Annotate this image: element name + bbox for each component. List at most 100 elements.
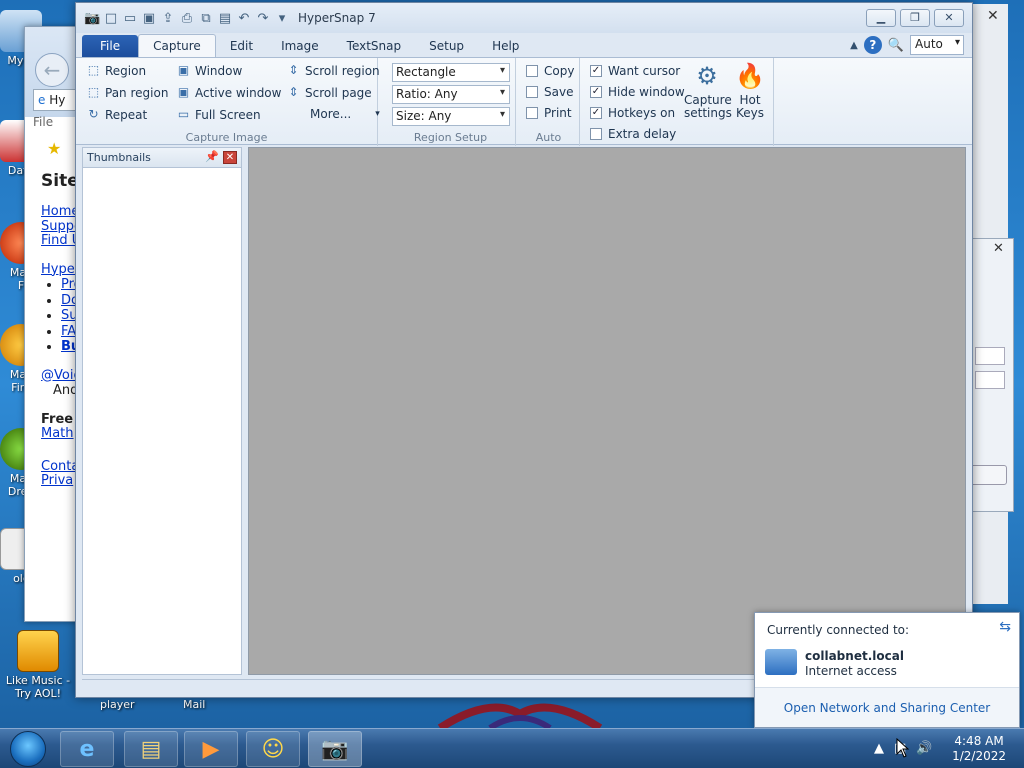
- scroll-region-icon: ⇕: [288, 63, 299, 77]
- taskbar-media-player-button[interactable]: ▶: [184, 731, 238, 767]
- region-icon: ⬚: [87, 63, 100, 77]
- print-icon[interactable]: ⎙: [179, 11, 195, 26]
- group-region-setup: Rectangle Ratio: Any Size: Any Region Se…: [386, 58, 516, 146]
- favorites-star-icon[interactable]: ★: [47, 139, 61, 158]
- undo-icon[interactable]: ↶: [236, 11, 252, 26]
- full-screen-button[interactable]: ▭ Full Screen: [176, 107, 261, 122]
- paste-icon[interactable]: ▤: [217, 11, 233, 26]
- desktop-icon-like-music[interactable]: Like Music - Try AOL!: [2, 630, 74, 700]
- checkbox-box: ✓: [590, 86, 602, 98]
- network-status: Internet access: [805, 664, 897, 678]
- taskbar-yahoo-button[interactable]: ☺: [246, 731, 300, 767]
- music-icon: [17, 630, 59, 672]
- window-button[interactable]: ▣ Window: [176, 63, 243, 78]
- thumbnails-header: Thumbnails 📌 ✕: [83, 148, 241, 168]
- ie-logo-icon: e: [38, 93, 46, 107]
- tab-capture[interactable]: Capture: [138, 34, 216, 57]
- extra-delay-checkbox[interactable]: Extra delay: [590, 127, 676, 141]
- windows-logo-icon: [10, 731, 46, 767]
- close-icon[interactable]: ✕: [987, 8, 999, 24]
- start-button[interactable]: [2, 729, 54, 768]
- new-icon[interactable]: □: [103, 11, 119, 26]
- want-cursor-checkbox[interactable]: ✓ Want cursor: [590, 64, 680, 78]
- refresh-icon[interactable]: ⇆: [999, 619, 1011, 635]
- auto-save-checkbox[interactable]: Save: [526, 85, 573, 99]
- workspace: Thumbnails 📌 ✕: [82, 147, 966, 675]
- wallpaper-art: [437, 703, 603, 730]
- auto-copy-checkbox[interactable]: Copy: [526, 64, 574, 78]
- hot-keys-button[interactable]: 🔥 Hot Keys: [732, 60, 768, 120]
- full-screen-icon: ▭: [177, 107, 190, 121]
- ie-icon: e: [79, 737, 95, 762]
- browser-file-menu[interactable]: File: [33, 115, 53, 129]
- taskbar-hypersnap-button[interactable]: 📷: [308, 731, 362, 767]
- window-title: HyperSnap 7: [298, 11, 376, 25]
- taskbar-ie-button[interactable]: e: [60, 731, 114, 767]
- group-label-region-setup: Region Setup: [413, 131, 488, 144]
- ribbon-capture: ⬚ Region ⬚ Pan region ↻ Repeat ▣ Window ▣ Act…: [76, 57, 972, 146]
- thumbnails-title: Thumbnails: [87, 151, 151, 164]
- close-button[interactable]: ✕: [934, 9, 964, 27]
- active-window-button[interactable]: ▣ Active window: [176, 85, 282, 100]
- show-hidden-icons-icon[interactable]: ▲: [874, 741, 884, 756]
- pin-icon[interactable]: 📌: [205, 150, 219, 163]
- hide-window-checkbox[interactable]: ✓ Hide window: [590, 85, 685, 99]
- upload-icon[interactable]: ⇪: [160, 11, 176, 26]
- size-select[interactable]: Size: Any: [392, 107, 510, 126]
- capture-settings-button[interactable]: ⚙ Capture settings: [684, 60, 732, 120]
- title-bar[interactable]: 📷 □ ▭ ▣ ⇪ ⎙ ⧉ ▤ ↶ ↷ ▾ HyperSnap 7 ▁ ❐ ✕: [76, 3, 972, 33]
- volume-icon[interactable]: 🔊: [916, 741, 932, 756]
- close-icon[interactable]: ✕: [993, 241, 1004, 256]
- close-icon[interactable]: ✕: [223, 151, 237, 164]
- pan-region-button[interactable]: ⬚ Pan region: [86, 85, 169, 100]
- tab-file[interactable]: File: [82, 35, 139, 57]
- capture-settings-icon: ⚙: [696, 62, 718, 90]
- zoom-select[interactable]: Auto: [910, 35, 964, 55]
- region-button[interactable]: ⬚ Region: [86, 63, 146, 78]
- camera-icon: 📷: [321, 737, 349, 762]
- system-tray: ▲ ▥ 🔊 4:48 AM 1/2/2022: [864, 729, 1024, 768]
- redo-icon[interactable]: ↷: [255, 11, 271, 26]
- taskbar-explorer-button[interactable]: ▤: [124, 731, 178, 767]
- scroll-region-button[interactable]: ⇕ Scroll region: [286, 63, 379, 78]
- network-popup: Currently connected to: ⇆ collabnet.loca…: [754, 612, 1020, 728]
- back-button[interactable]: ←: [35, 53, 69, 87]
- tab-setup[interactable]: Setup: [415, 35, 478, 57]
- group-options: ✓ Want cursor ✓ Hide window ✓ Hotkeys on Ex…: [582, 58, 774, 146]
- customize-qat-icon[interactable]: ▾: [274, 11, 290, 26]
- zoom-magnifier-icon[interactable]: 🔍: [888, 38, 904, 53]
- copy-icon[interactable]: ⧉: [198, 11, 214, 26]
- ribbon-right-controls: ▲ ? 🔍 Auto: [850, 35, 964, 55]
- tab-image[interactable]: Image: [267, 35, 333, 57]
- window-icon: ▣: [177, 63, 190, 77]
- save-icon[interactable]: ▣: [141, 11, 157, 26]
- checkbox-box: ✓: [590, 65, 602, 77]
- tab-help[interactable]: Help: [478, 35, 533, 57]
- hotkeys-on-checkbox[interactable]: ✓ Hotkeys on: [590, 106, 675, 120]
- app-camera-icon[interactable]: 📷: [84, 11, 100, 26]
- auto-print-checkbox[interactable]: Print: [526, 106, 572, 120]
- region-shape-select[interactable]: Rectangle: [392, 63, 510, 82]
- ratio-select[interactable]: Ratio: Any: [392, 85, 510, 104]
- help-icon[interactable]: ?: [863, 36, 882, 54]
- open-network-center-link[interactable]: Open Network and Sharing Center: [784, 701, 990, 715]
- image-canvas[interactable]: [248, 147, 966, 675]
- group-label-auto: Auto: [535, 131, 562, 144]
- quick-access-toolbar: 📷 □ ▭ ▣ ⇪ ⎙ ⧉ ▤ ↶ ↷ ▾: [76, 11, 290, 26]
- clock-time: 4:48 AM: [954, 734, 1004, 748]
- repeat-button[interactable]: ↻ Repeat: [86, 107, 147, 122]
- more-button[interactable]: More... ▾: [310, 107, 380, 121]
- active-window-icon: ▣: [177, 85, 190, 99]
- scroll-page-button[interactable]: ⇕ Scroll page: [286, 85, 371, 100]
- tab-textsnap[interactable]: TextSnap: [333, 35, 415, 57]
- clock[interactable]: 4:48 AM 1/2/2022: [952, 734, 1006, 764]
- network-icon: [765, 649, 797, 675]
- collapse-ribbon-icon[interactable]: ▲: [850, 40, 858, 51]
- minimize-button[interactable]: ▁: [866, 9, 896, 27]
- checkbox-box: [526, 107, 538, 119]
- tab-edit[interactable]: Edit: [216, 35, 267, 57]
- maximize-button[interactable]: ❐: [900, 9, 930, 27]
- network-header: Currently connected to:: [767, 623, 910, 637]
- open-folder-icon[interactable]: ▭: [122, 11, 138, 26]
- network-name: collabnet.local: [805, 649, 904, 663]
